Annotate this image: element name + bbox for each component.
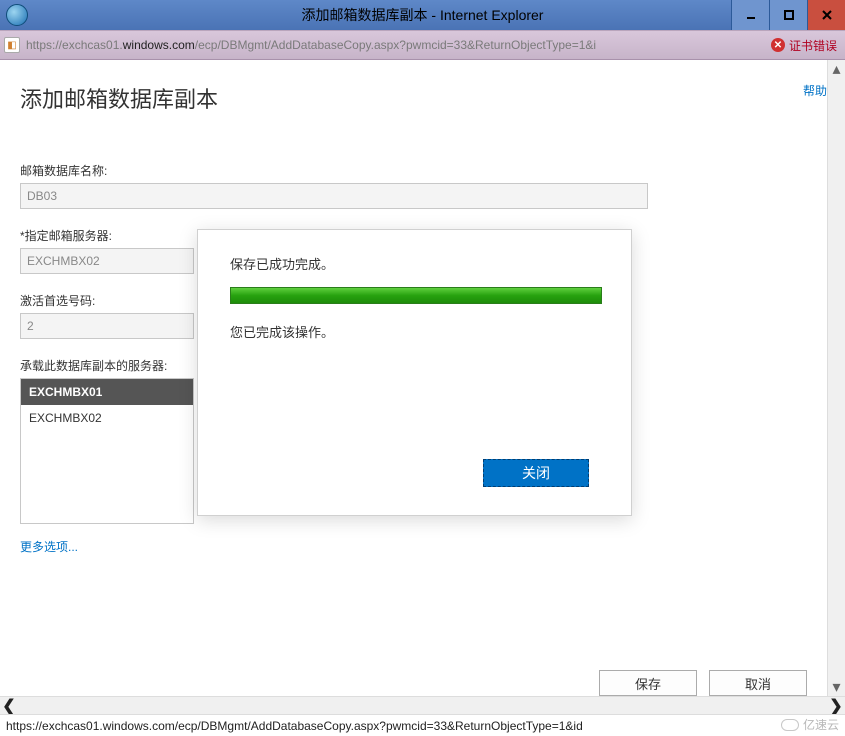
minimize-button[interactable]: [731, 0, 769, 30]
scroll-up-icon[interactable]: ▴: [828, 60, 845, 78]
url-host: windows.com: [123, 38, 195, 52]
save-button[interactable]: 保存: [599, 670, 697, 696]
list-item[interactable]: EXCHMBX02: [21, 405, 193, 431]
server-list-body: EXCHMBX02: [21, 405, 193, 523]
window-titlebar: 添加邮箱数据库副本 - Internet Explorer: [0, 0, 845, 30]
close-window-button[interactable]: [807, 0, 845, 30]
completion-modal: 保存已成功完成。 您已完成该操作。 关闭: [197, 229, 632, 516]
server-list: EXCHMBX01 EXCHMBX02: [20, 378, 194, 524]
modal-close-button[interactable]: 关闭: [483, 459, 589, 487]
maximize-button[interactable]: [769, 0, 807, 30]
cancel-button[interactable]: 取消: [709, 670, 807, 696]
watermark-text: 亿速云: [803, 716, 839, 733]
mailbox-server-input[interactable]: [20, 248, 194, 274]
db-name-field: 邮箱数据库名称:: [20, 162, 807, 209]
modal-message-1: 保存已成功完成。: [230, 254, 599, 273]
window-title: 添加邮箱数据库副本 - Internet Explorer: [302, 5, 544, 25]
ie-icon: [6, 4, 28, 26]
status-url: https://exchcas01.windows.com/ecp/DBMgmt…: [6, 719, 839, 733]
more-options-link[interactable]: 更多选项...: [20, 538, 78, 555]
modal-message-2: 您已完成该操作。: [230, 322, 599, 341]
scroll-down-icon[interactable]: ▾: [828, 678, 845, 696]
address-bar[interactable]: ◧ https://exchcas01.windows.com/ecp/DBMg…: [0, 30, 845, 60]
progress-bar: [230, 287, 602, 304]
cert-error-icon: ✕: [771, 38, 785, 52]
help-link[interactable]: 帮助: [803, 82, 827, 99]
address-url: https://exchcas01.windows.com/ecp/DBMgmt…: [26, 38, 767, 52]
watermark: 亿速云: [781, 716, 839, 733]
db-name-label: 邮箱数据库名称:: [20, 162, 807, 179]
horizontal-scrollbar[interactable]: ❮ ❯: [0, 696, 845, 714]
url-suffix: /ecp/DBMgmt/AddDatabaseCopy.aspx?pwmcid=…: [195, 38, 596, 52]
list-item[interactable]: EXCHMBX01: [21, 379, 193, 405]
scroll-left-icon[interactable]: ❮: [0, 697, 18, 714]
page-title: 添加邮箱数据库副本: [20, 82, 807, 114]
vertical-scrollbar[interactable]: ▴ ▾: [827, 60, 845, 696]
db-name-input[interactable]: [20, 183, 648, 209]
url-prefix: https://exchcas01.: [26, 38, 123, 52]
site-favicon-icon: ◧: [4, 37, 20, 53]
watermark-icon: [781, 719, 799, 731]
action-buttons: 保存 取消: [599, 670, 807, 696]
window-buttons: [731, 0, 845, 30]
scroll-right-icon[interactable]: ❯: [827, 697, 845, 714]
cert-error-label: 证书错误: [789, 37, 837, 54]
status-bar: https://exchcas01.windows.com/ecp/DBMgmt…: [0, 714, 845, 736]
cert-error-badge[interactable]: ✕ 证书错误: [767, 37, 841, 54]
activation-pref-input[interactable]: [20, 313, 194, 339]
